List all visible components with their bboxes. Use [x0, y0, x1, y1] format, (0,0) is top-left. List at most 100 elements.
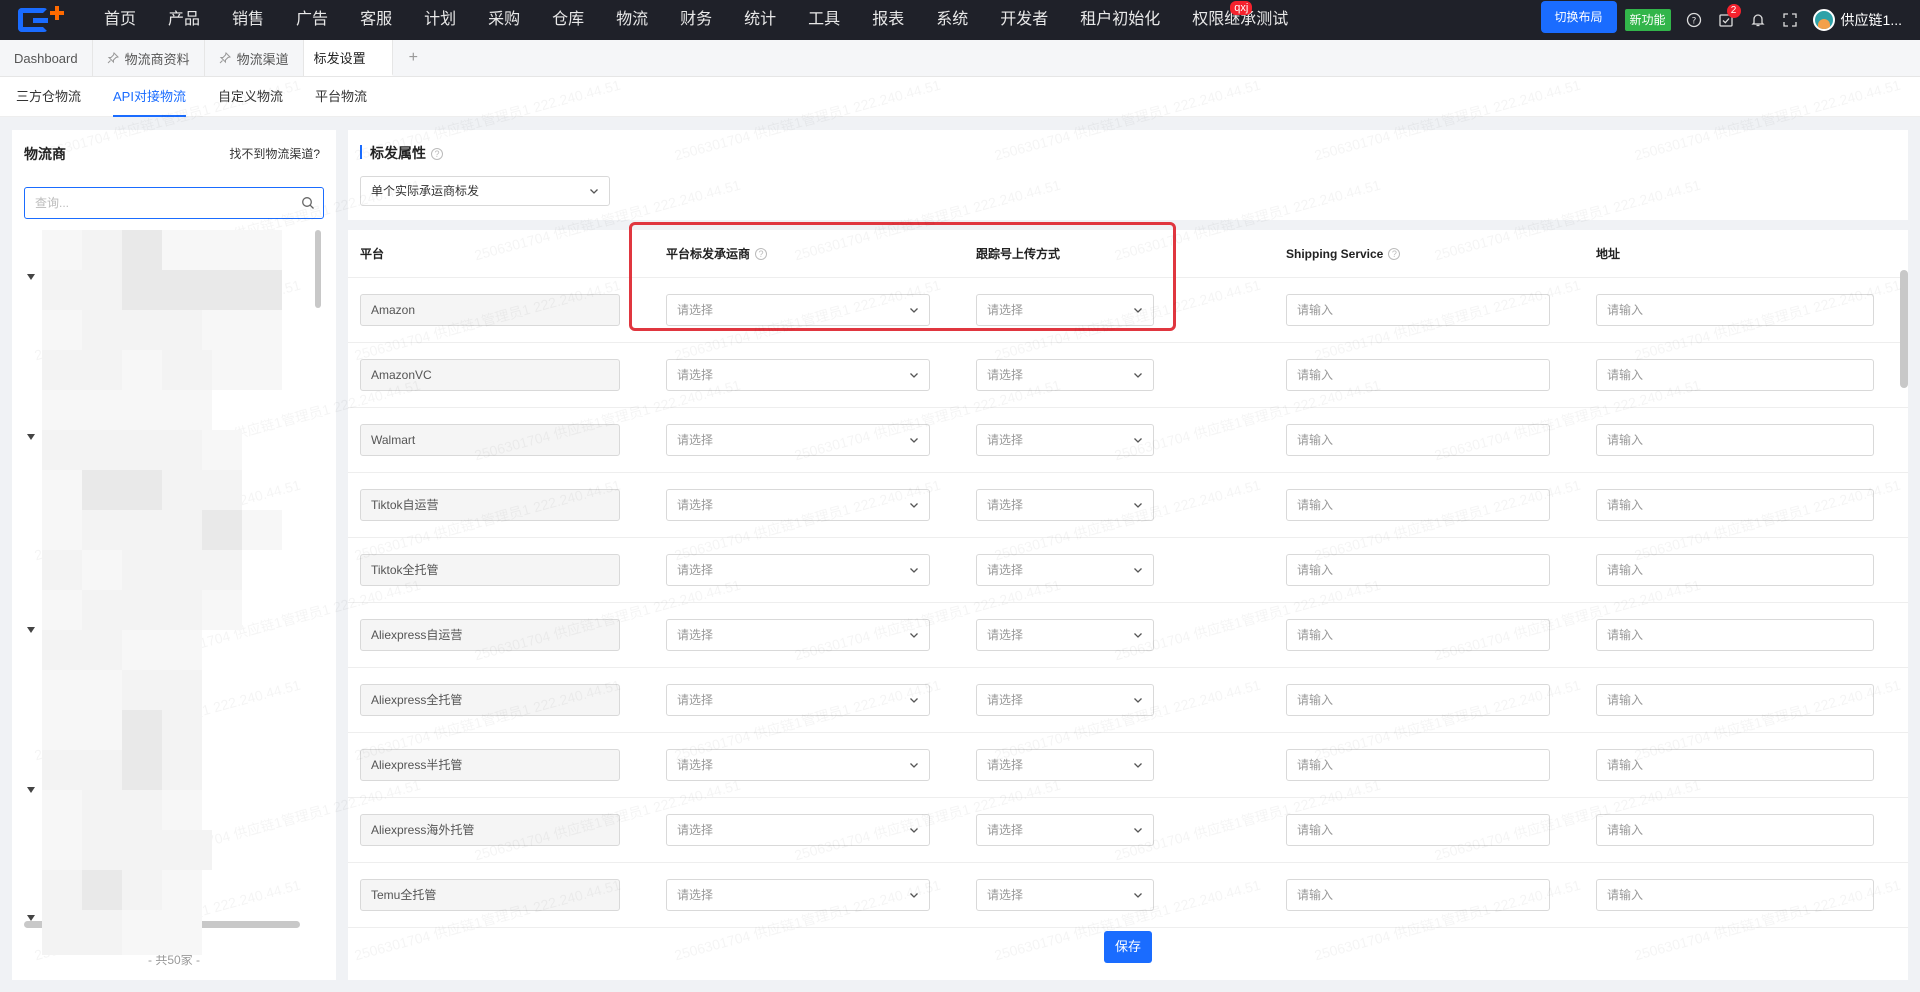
tab-platform-logistics[interactable]: 平台物流 — [315, 77, 367, 117]
menu-item[interactable]: 销售 — [216, 0, 280, 40]
tracking-upload-select[interactable]: 请选择 — [976, 294, 1154, 326]
tracking-upload-select[interactable]: 请选择 — [976, 554, 1154, 586]
address-input[interactable]: 请输入 — [1596, 814, 1874, 846]
blurred-tree-item — [82, 710, 122, 750]
shipping-service-input[interactable]: 请输入 — [1286, 424, 1550, 456]
address-input[interactable]: 请输入 — [1596, 489, 1874, 521]
address-input[interactable]: 请输入 — [1596, 554, 1874, 586]
tree-caret-icon[interactable] — [27, 434, 35, 440]
tab-third-party-warehouse[interactable]: 三方仓物流 — [16, 77, 81, 117]
shipping-service-input[interactable]: 请输入 — [1286, 294, 1550, 326]
address-input[interactable]: 请输入 — [1596, 359, 1874, 391]
menu-item[interactable]: 报表 — [856, 0, 920, 40]
help-icon[interactable]: ? — [1685, 11, 1703, 29]
table-vertical-scrollbar[interactable] — [1900, 270, 1908, 388]
label-mode-select[interactable]: 单个实际承运商标发 — [360, 176, 610, 206]
address-input[interactable]: 请输入 — [1596, 619, 1874, 651]
provider-search-input[interactable] — [35, 188, 295, 218]
new-feature-button[interactable]: 新功能 — [1624, 9, 1671, 31]
blurred-tree-item — [122, 590, 162, 630]
tree-caret-icon[interactable] — [27, 787, 35, 793]
help-icon[interactable]: ? — [1388, 248, 1401, 260]
shipping-service-input[interactable]: 请输入 — [1286, 684, 1550, 716]
shipping-service-input[interactable]: 请输入 — [1286, 619, 1550, 651]
blurred-tree-item — [82, 670, 122, 710]
menu-item[interactable]: 租户初始化 — [1064, 0, 1176, 40]
carrier-select[interactable]: 请选择 — [666, 554, 930, 586]
page-tab-label-settings[interactable]: 标发设置 — [303, 40, 393, 76]
tracking-upload-select[interactable]: 请选择 — [976, 684, 1154, 716]
search-icon[interactable] — [301, 196, 315, 210]
help-icon[interactable]: ? — [755, 248, 768, 260]
menu-item[interactable]: 开发者 — [984, 0, 1064, 40]
app-logo[interactable] — [18, 6, 64, 34]
user-name[interactable]: 供应链1... — [1841, 10, 1902, 30]
shipping-service-input[interactable]: 请输入 — [1286, 554, 1550, 586]
carrier-select[interactable]: 请选择 — [666, 684, 930, 716]
top-navbar: 首页 产品 销售 广告 客服 计划 采购 仓库 物流 财务 统计 工具 报表 系统 开发者 租户初始化 权限继承… — [0, 0, 1920, 40]
carrier-select[interactable]: 请选择 — [666, 424, 930, 456]
menu-item[interactable]: 仓库 — [536, 0, 600, 40]
add-tab-button[interactable]: + — [393, 40, 434, 76]
menu-item[interactable]: 权限继承测试 qxj — [1176, 0, 1304, 40]
carrier-select[interactable]: 请选择 — [666, 749, 930, 781]
fullscreen-icon[interactable] — [1781, 11, 1799, 29]
shipping-service-input[interactable]: 请输入 — [1286, 489, 1550, 521]
tree-vertical-scrollbar[interactable] — [315, 230, 321, 308]
shipping-service-input[interactable]: 请输入 — [1286, 749, 1550, 781]
address-input[interactable]: 请输入 — [1596, 684, 1874, 716]
carrier-select[interactable]: 请选择 — [666, 489, 930, 521]
carrier-select[interactable]: 请选择 — [666, 359, 930, 391]
shipping-service-input[interactable]: 请输入 — [1286, 814, 1550, 846]
carrier-select[interactable]: 请选择 — [666, 814, 930, 846]
chevron-down-icon — [1134, 763, 1142, 768]
chevron-down-icon — [1134, 438, 1142, 443]
tracking-upload-select[interactable]: 请选择 — [976, 359, 1154, 391]
menu-item[interactable]: 计划 — [408, 0, 472, 40]
menu-item[interactable]: 广告 — [280, 0, 344, 40]
tab-custom-logistics[interactable]: 自定义物流 — [218, 77, 283, 117]
page-tab-dashboard[interactable]: Dashboard — [0, 40, 93, 76]
save-button[interactable]: 保存 — [1104, 931, 1152, 963]
menu-item[interactable]: 首页 — [88, 0, 152, 40]
menu-item[interactable]: 物流 — [600, 0, 664, 40]
help-icon[interactable]: ? — [431, 148, 443, 160]
address-input[interactable]: 请输入 — [1596, 424, 1874, 456]
menu-item[interactable]: 客服 — [344, 0, 408, 40]
tracking-upload-select[interactable]: 请选择 — [976, 749, 1154, 781]
switch-layout-button[interactable]: 切换布局 — [1540, 1, 1617, 33]
address-input[interactable]: 请输入 — [1596, 749, 1874, 781]
menu-item[interactable]: 产品 — [152, 0, 216, 40]
tracking-upload-select[interactable]: 请选择 — [976, 879, 1154, 911]
shipping-service-input[interactable]: 请输入 — [1286, 879, 1550, 911]
bell-icon[interactable] — [1749, 11, 1767, 29]
address-input[interactable]: 请输入 — [1596, 879, 1874, 911]
tracking-upload-select[interactable]: 请选择 — [976, 814, 1154, 846]
tracking-upload-select-placeholder: 请选择 — [987, 758, 1024, 772]
menu-item[interactable]: 系统 — [920, 0, 984, 40]
blurred-tree-item — [122, 750, 162, 790]
page-tab-logistics-channel[interactable]: 物流渠道 — [205, 40, 304, 76]
shipping-service-input[interactable]: 请输入 — [1286, 359, 1550, 391]
carrier-select[interactable]: 请选择 — [666, 294, 930, 326]
address-input[interactable]: 请输入 — [1596, 294, 1874, 326]
tree-caret-icon[interactable] — [27, 627, 35, 633]
tab-api-logistics[interactable]: API对接物流 — [113, 77, 186, 117]
shipping-service-input-placeholder: 请输入 — [1297, 823, 1334, 837]
cannot-find-channel-link[interactable]: 找不到物流渠道? — [229, 145, 320, 162]
tree-caret-icon[interactable] — [27, 915, 35, 921]
menu-item[interactable]: 采购 — [472, 0, 536, 40]
table-row: Amazon 请选择 请选择 请输入 请输入 — [348, 278, 1908, 343]
menu-item[interactable]: 财务 — [664, 0, 728, 40]
menu-item[interactable]: 统计 — [728, 0, 792, 40]
tracking-upload-select[interactable]: 请选择 — [976, 424, 1154, 456]
menu-item[interactable]: 工具 — [792, 0, 856, 40]
page-tab-logistics-provider[interactable]: 物流商资料 — [93, 40, 205, 76]
tree-caret-icon[interactable] — [27, 274, 35, 280]
carrier-select[interactable]: 请选择 — [666, 879, 930, 911]
user-avatar[interactable] — [1812, 9, 1835, 31]
tasks-icon[interactable]: 2 — [1717, 4, 1741, 29]
carrier-select[interactable]: 请选择 — [666, 619, 930, 651]
tracking-upload-select[interactable]: 请选择 — [976, 489, 1154, 521]
tracking-upload-select[interactable]: 请选择 — [976, 619, 1154, 651]
